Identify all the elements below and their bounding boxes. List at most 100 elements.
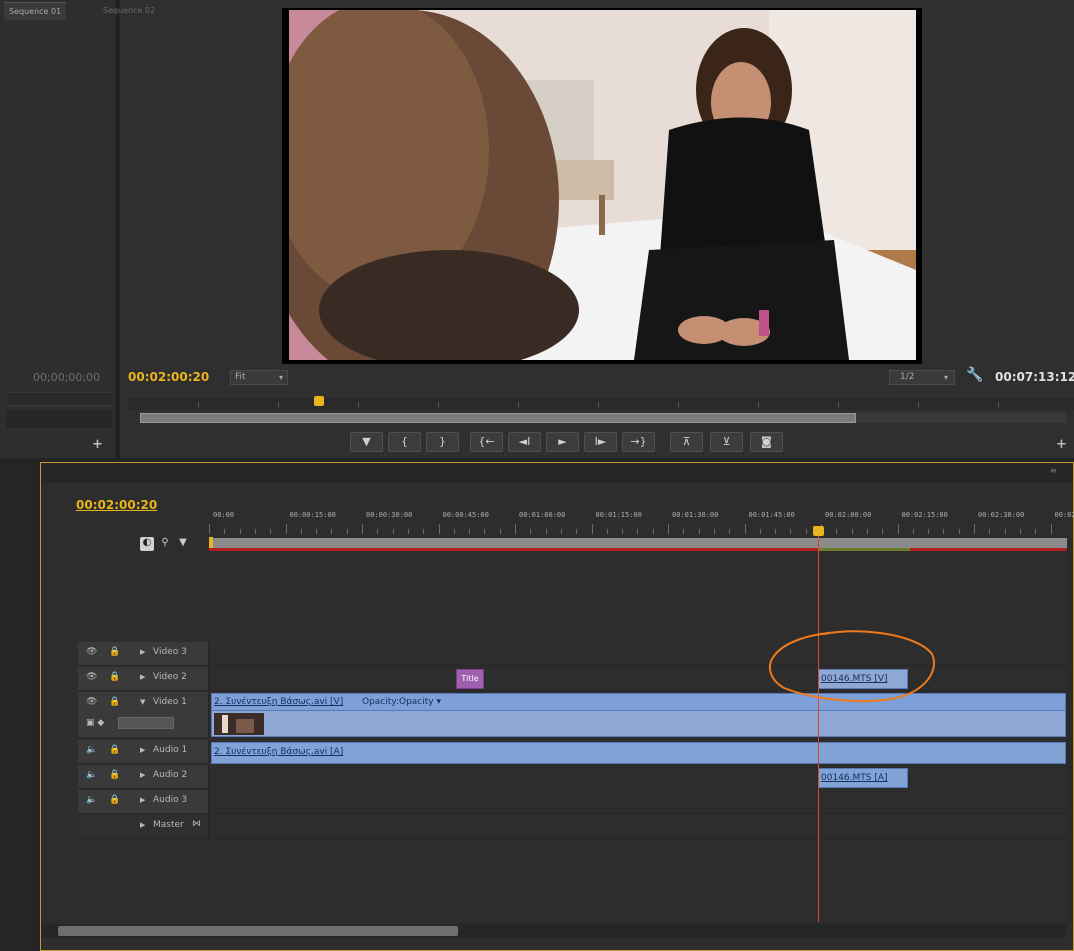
program-zoom-scroll-track[interactable] (856, 413, 1066, 423)
ruler-tick (805, 529, 807, 534)
ruler-tick (958, 529, 960, 534)
audio2-clip[interactable]: 00146.MTS [A] (818, 768, 908, 788)
timeline-vertical-scrollbar[interactable] (1066, 552, 1073, 922)
expand-triangle-icon[interactable]: ▶ (140, 821, 145, 829)
program-time-ruler[interactable] (128, 398, 1074, 410)
work-area-bar[interactable] (209, 538, 1067, 548)
lift-icon: ⊼ (682, 435, 691, 448)
playback-resolution-select[interactable]: 1/2 ▾ (889, 370, 955, 385)
ruler-tick (499, 529, 501, 534)
ruler-tick (790, 529, 792, 534)
go-to-in-button[interactable]: {← (470, 432, 503, 452)
ruler-tick (775, 529, 777, 534)
timeline-timecode[interactable]: 00:02:00:20 (76, 498, 157, 512)
annotation-circle (768, 630, 935, 703)
program-playhead[interactable] (314, 396, 324, 406)
lock-icon[interactable]: 🔒 (109, 697, 120, 707)
timeline-ruler[interactable]: 00:00 00:00:15:00 00:00:30:00 00:00:45:00 00… (209, 500, 1074, 538)
play-button[interactable]: ► (546, 432, 579, 452)
track-header-audio1[interactable]: 🔈 🔒 ▶ Audio 1 (78, 740, 209, 764)
ruler-tick (912, 529, 914, 534)
eye-icon[interactable]: 👁 (86, 647, 97, 657)
expand-triangle-icon[interactable]: ▶ (140, 771, 145, 779)
duration-timecode: 00:07:13:12 (995, 370, 1074, 384)
tab-sequence-02[interactable]: Sequence 02 (98, 2, 160, 20)
lock-icon[interactable]: 🔒 (109, 770, 120, 780)
expand-triangle-icon[interactable]: ▶ (140, 746, 145, 754)
clip-thumbnail (214, 713, 264, 735)
track-header-audio3[interactable]: 🔈 🔒 ▶ Audio 3 (78, 790, 209, 814)
speaker-icon[interactable]: 🔈 (86, 745, 97, 755)
export-frame-button[interactable]: ◙ (750, 432, 783, 452)
extract-button[interactable]: ⊻ (710, 432, 743, 452)
eye-icon[interactable]: 👁 (86, 672, 97, 682)
ruler-tick (713, 529, 715, 534)
track-header-video3[interactable]: 👁 🔒 ▶ Video 3 (78, 642, 209, 666)
program-zoom-scroll-thumb[interactable] (140, 413, 856, 423)
source-add-button[interactable]: + (92, 437, 103, 452)
ruler-tick (300, 529, 302, 534)
ruler-tick (989, 529, 991, 534)
lock-icon[interactable]: 🔒 (109, 672, 120, 682)
opacity-menu[interactable]: Opacity:Opacity ▾ (362, 694, 441, 711)
ruler-label: 00:01:15:00 (595, 511, 642, 519)
keyframe-nav[interactable] (118, 717, 174, 729)
go-to-out-button[interactable]: →} (622, 432, 655, 452)
ruler-tick (515, 524, 516, 534)
lift-button[interactable]: ⊼ (670, 432, 703, 452)
ruler-label: 00:02:15:00 (901, 511, 948, 519)
timeline-scroll-thumb[interactable] (58, 926, 458, 936)
expand-triangle-icon[interactable]: ▶ (140, 796, 145, 804)
ruler-tick (530, 529, 532, 534)
track-area[interactable] (209, 552, 1067, 922)
eye-icon[interactable]: 👁 (86, 697, 97, 707)
timeline-playhead[interactable] (813, 526, 824, 536)
collapse-triangle-icon[interactable]: ▼ (140, 698, 145, 706)
tab-sequence-01[interactable]: Sequence 01 (4, 2, 67, 20)
track-header-video2[interactable]: 👁 🔒 ▶ Video 2 (78, 667, 209, 691)
track-header-audio2[interactable]: 🔈 🔒 ▶ Audio 2 (78, 765, 209, 789)
track-row-audio3[interactable] (209, 790, 1067, 814)
wrench-icon[interactable]: 🔧 (966, 367, 983, 383)
ruler-label: 00:00:45:00 (442, 511, 489, 519)
title-clip[interactable]: Title (456, 669, 484, 689)
source-zoom-bar[interactable] (6, 410, 112, 428)
step-back-icon: ◄I (518, 435, 531, 448)
speaker-icon[interactable]: 🔈 (86, 795, 97, 805)
ruler-label: 00:02:30:00 (978, 511, 1025, 519)
zoom-level-select[interactable]: Fit ▾ (230, 370, 288, 385)
ruler-tick (224, 529, 226, 534)
step-forward-button[interactable]: I► (584, 432, 617, 452)
marker-icon[interactable]: ▼ (176, 537, 190, 551)
mark-in-button[interactable]: { (388, 432, 421, 452)
track-row-master[interactable] (209, 815, 1067, 839)
track-header-video1[interactable]: 👁 🔒 ▼ Video 1 ▣ ◆ (78, 692, 209, 738)
display-style-icon[interactable]: ▣ ◆ (86, 718, 104, 728)
ruler-tick (239, 529, 241, 534)
ruler-tick (453, 529, 455, 534)
step-back-button[interactable]: ◄I (508, 432, 541, 452)
snap-icon[interactable]: ◐ (140, 537, 154, 551)
mark-out-button[interactable]: } (426, 432, 459, 452)
panel-menu-icon[interactable]: ≡ (1050, 466, 1057, 475)
link-icon[interactable]: ⚲ (158, 537, 172, 551)
chevron-down-icon: ▾ (943, 373, 948, 382)
speaker-icon[interactable]: 🔈 (86, 770, 97, 780)
ruler-tick (866, 529, 868, 534)
source-timecode[interactable]: 00;00;00;00 (33, 371, 100, 384)
expand-triangle-icon[interactable]: ▶ (140, 673, 145, 681)
ruler-tick (254, 529, 256, 534)
lock-icon[interactable]: 🔒 (109, 647, 120, 657)
track-header-master[interactable]: ▶ Master ⋈ (78, 815, 209, 839)
source-time-ruler[interactable] (6, 392, 112, 406)
timeline-playhead-line[interactable] (818, 528, 819, 922)
program-timecode[interactable]: 00:02:00:20 (128, 370, 209, 384)
program-add-button[interactable]: + (1056, 437, 1067, 452)
ruler-tick (392, 529, 394, 534)
add-marker-button[interactable]: ▼ (350, 432, 383, 452)
lock-icon[interactable]: 🔒 (109, 795, 120, 805)
expand-triangle-icon[interactable]: ▶ (140, 648, 145, 656)
ruler-tick (469, 529, 471, 534)
audio1-clip[interactable]: 2. Συνέντευξη Βάσως.avi [A] (211, 742, 1066, 764)
lock-icon[interactable]: 🔒 (109, 745, 120, 755)
